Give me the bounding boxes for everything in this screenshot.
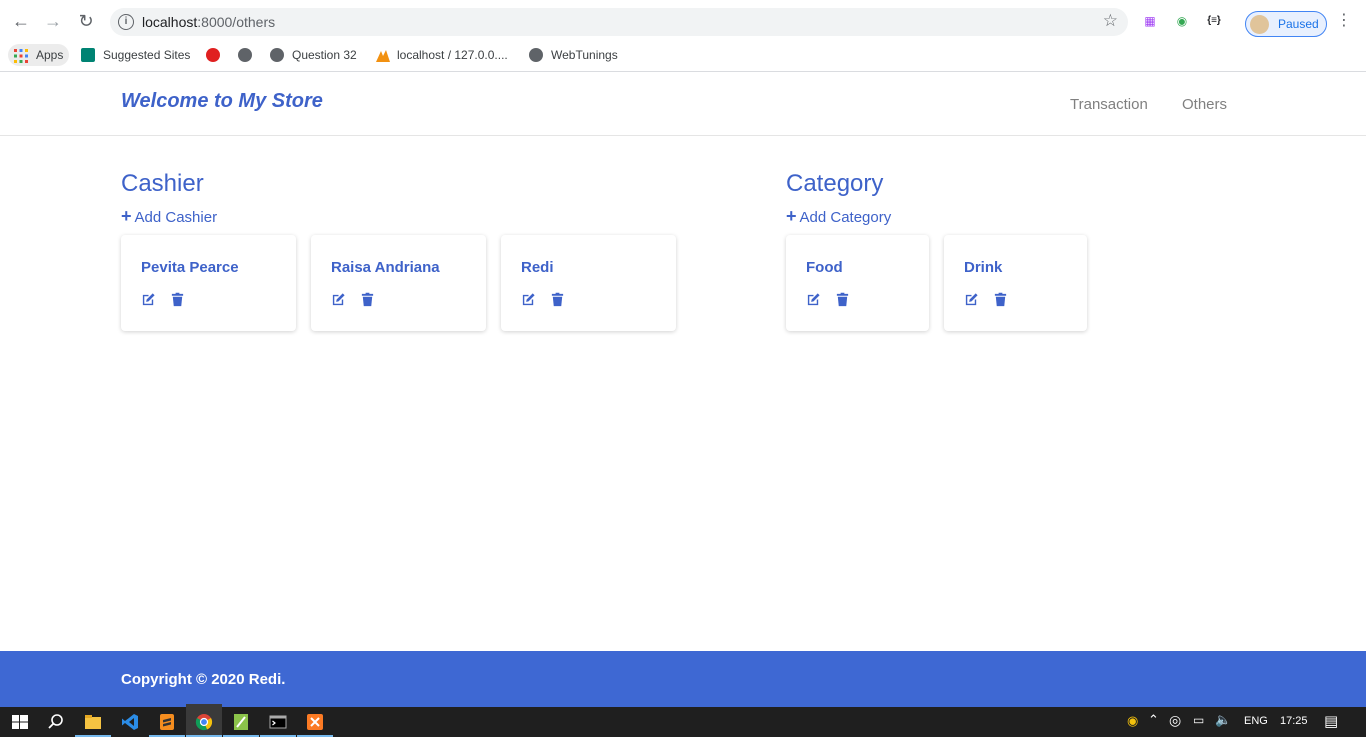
add-cashier-link[interactable]: + Add Cashier — [121, 206, 217, 227]
bookmark-apps[interactable]: Apps — [8, 44, 70, 66]
edit-icon[interactable] — [964, 292, 979, 307]
bookmark-label: Suggested Sites — [103, 48, 191, 62]
page: Welcome to My Store Transaction Others C… — [0, 72, 1366, 707]
trash-icon[interactable] — [993, 292, 1008, 307]
card-actions — [964, 292, 1018, 308]
tray-expand-icon[interactable]: ⌃ — [1148, 712, 1159, 728]
vscode-icon[interactable] — [120, 712, 140, 732]
add-cashier-label: Add Cashier — [134, 209, 218, 226]
language-indicator[interactable]: ENG — [1244, 715, 1268, 727]
trash-icon[interactable] — [550, 292, 565, 307]
chrome-icon[interactable] — [194, 712, 214, 732]
network-icon[interactable]: ◎ — [1169, 712, 1181, 729]
cashier-card: Pevita Pearce — [121, 235, 296, 331]
trash-icon[interactable] — [835, 292, 850, 307]
trash-icon[interactable] — [360, 292, 375, 307]
category-name: Food — [806, 259, 843, 276]
card-actions — [806, 292, 860, 308]
url-host: localhost — [142, 14, 198, 30]
browser-chrome: ← → ↻ i localhost:8000/others ☆ ▦ ◉ {≡} … — [0, 0, 1366, 72]
url-text: localhost:8000/others — [142, 14, 275, 30]
cashier-card: Raisa Andriana — [311, 235, 486, 331]
edit-icon[interactable] — [806, 292, 821, 307]
terminal-icon[interactable] — [268, 712, 288, 732]
notepad-plus-icon[interactable] — [231, 712, 251, 732]
edit-icon[interactable] — [521, 292, 536, 307]
red-extension-icon — [206, 47, 220, 62]
edit-icon[interactable] — [331, 292, 346, 307]
browser-menu-icon[interactable]: ⋮ — [1336, 12, 1352, 30]
volume-icon[interactable]: 🔈 — [1215, 712, 1231, 728]
globe-icon — [238, 47, 252, 62]
bookmark-label: WebTunings — [551, 48, 618, 62]
bookmark-localhost-pma[interactable]: localhost / 127.0.0.... — [375, 44, 508, 66]
cashier-name: Pevita Pearce — [141, 259, 239, 276]
taskbar: ◉ ⌃ ◎ ▭ 🔈 ENG 17:25 ▤ — [0, 707, 1366, 737]
browser-toolbar: ← → ↻ i localhost:8000/others ☆ ▦ ◉ {≡} … — [0, 4, 1366, 38]
category-title: Category — [786, 170, 884, 197]
nav-link-others[interactable]: Others — [1182, 96, 1227, 113]
sublime-icon[interactable] — [157, 712, 177, 732]
xampp-icon[interactable] — [305, 712, 325, 732]
forward-icon[interactable]: → — [40, 8, 66, 34]
bookmark-suggested-sites[interactable]: Suggested Sites — [81, 44, 190, 66]
globe-icon — [529, 47, 543, 62]
plus-icon: + — [121, 206, 132, 226]
add-category-link[interactable]: + Add Category — [786, 206, 891, 227]
edit-icon[interactable] — [141, 292, 156, 307]
address-bar[interactable]: i localhost:8000/others ☆ — [110, 8, 1128, 36]
card-actions — [521, 292, 575, 308]
apps-grid-icon — [14, 48, 28, 63]
bookmark-globe[interactable] — [238, 44, 260, 66]
battery-icon[interactable]: ▭ — [1193, 713, 1204, 727]
clock[interactable]: 17:25 — [1280, 715, 1308, 727]
bookmark-star-icon[interactable]: ☆ — [1103, 11, 1118, 31]
avatar — [1250, 15, 1269, 34]
cashier-card: Redi — [501, 235, 676, 331]
file-explorer-icon[interactable] — [83, 712, 103, 732]
bookmark-question-32[interactable]: Question 32 — [270, 44, 357, 66]
add-category-label: Add Category — [799, 209, 892, 226]
bookmark-label: Question 32 — [292, 48, 357, 62]
card-actions — [141, 292, 195, 308]
bookmark-webtunings[interactable]: WebTunings — [529, 44, 618, 66]
footer: Copyright © 2020 Redi. — [0, 651, 1366, 707]
copyright-text: Copyright © 2020 Redi. — [121, 671, 286, 688]
nav-link-transaction[interactable]: Transaction — [1070, 96, 1148, 113]
bookmarks-bar: Apps Suggested Sites Question 32 localho… — [0, 40, 1366, 68]
category-card: Drink — [944, 235, 1087, 331]
phpmyadmin-icon — [375, 48, 390, 62]
globe-icon — [270, 47, 284, 62]
cashier-name: Raisa Andriana — [331, 259, 440, 276]
pdf-extension-icon[interactable]: ▦ — [1141, 12, 1159, 30]
navbar: Welcome to My Store Transaction Others — [0, 72, 1366, 136]
brand-title[interactable]: Welcome to My Store — [121, 90, 323, 113]
category-name: Drink — [964, 259, 1003, 276]
notifications-icon[interactable]: ▤ — [1324, 712, 1338, 730]
card-actions — [331, 292, 385, 308]
category-card: Food — [786, 235, 929, 331]
reload-icon[interactable]: ↻ — [73, 8, 99, 34]
globe-extension-icon[interactable]: ◉ — [1173, 12, 1191, 30]
search-icon[interactable] — [46, 712, 66, 732]
cashier-title: Cashier — [121, 170, 204, 197]
bookmark-label: localhost / 127.0.0.... — [397, 48, 508, 62]
info-icon[interactable]: i — [118, 14, 134, 30]
bookmark-label: Apps — [36, 48, 64, 62]
trash-icon[interactable] — [170, 292, 185, 307]
windows-start-icon[interactable] — [10, 712, 30, 732]
bookmark-red[interactable] — [206, 44, 228, 66]
bing-icon — [81, 47, 95, 62]
profile-status: Paused — [1278, 17, 1319, 31]
back-icon[interactable]: ← — [8, 8, 34, 34]
url-path: :8000/others — [197, 14, 276, 30]
tray-app-icon[interactable]: ◉ — [1127, 713, 1138, 729]
json-extension-icon[interactable]: {≡} — [1205, 12, 1223, 30]
cashier-name: Redi — [521, 259, 554, 276]
profile-button[interactable]: Paused — [1245, 11, 1327, 37]
plus-icon: + — [786, 206, 797, 226]
